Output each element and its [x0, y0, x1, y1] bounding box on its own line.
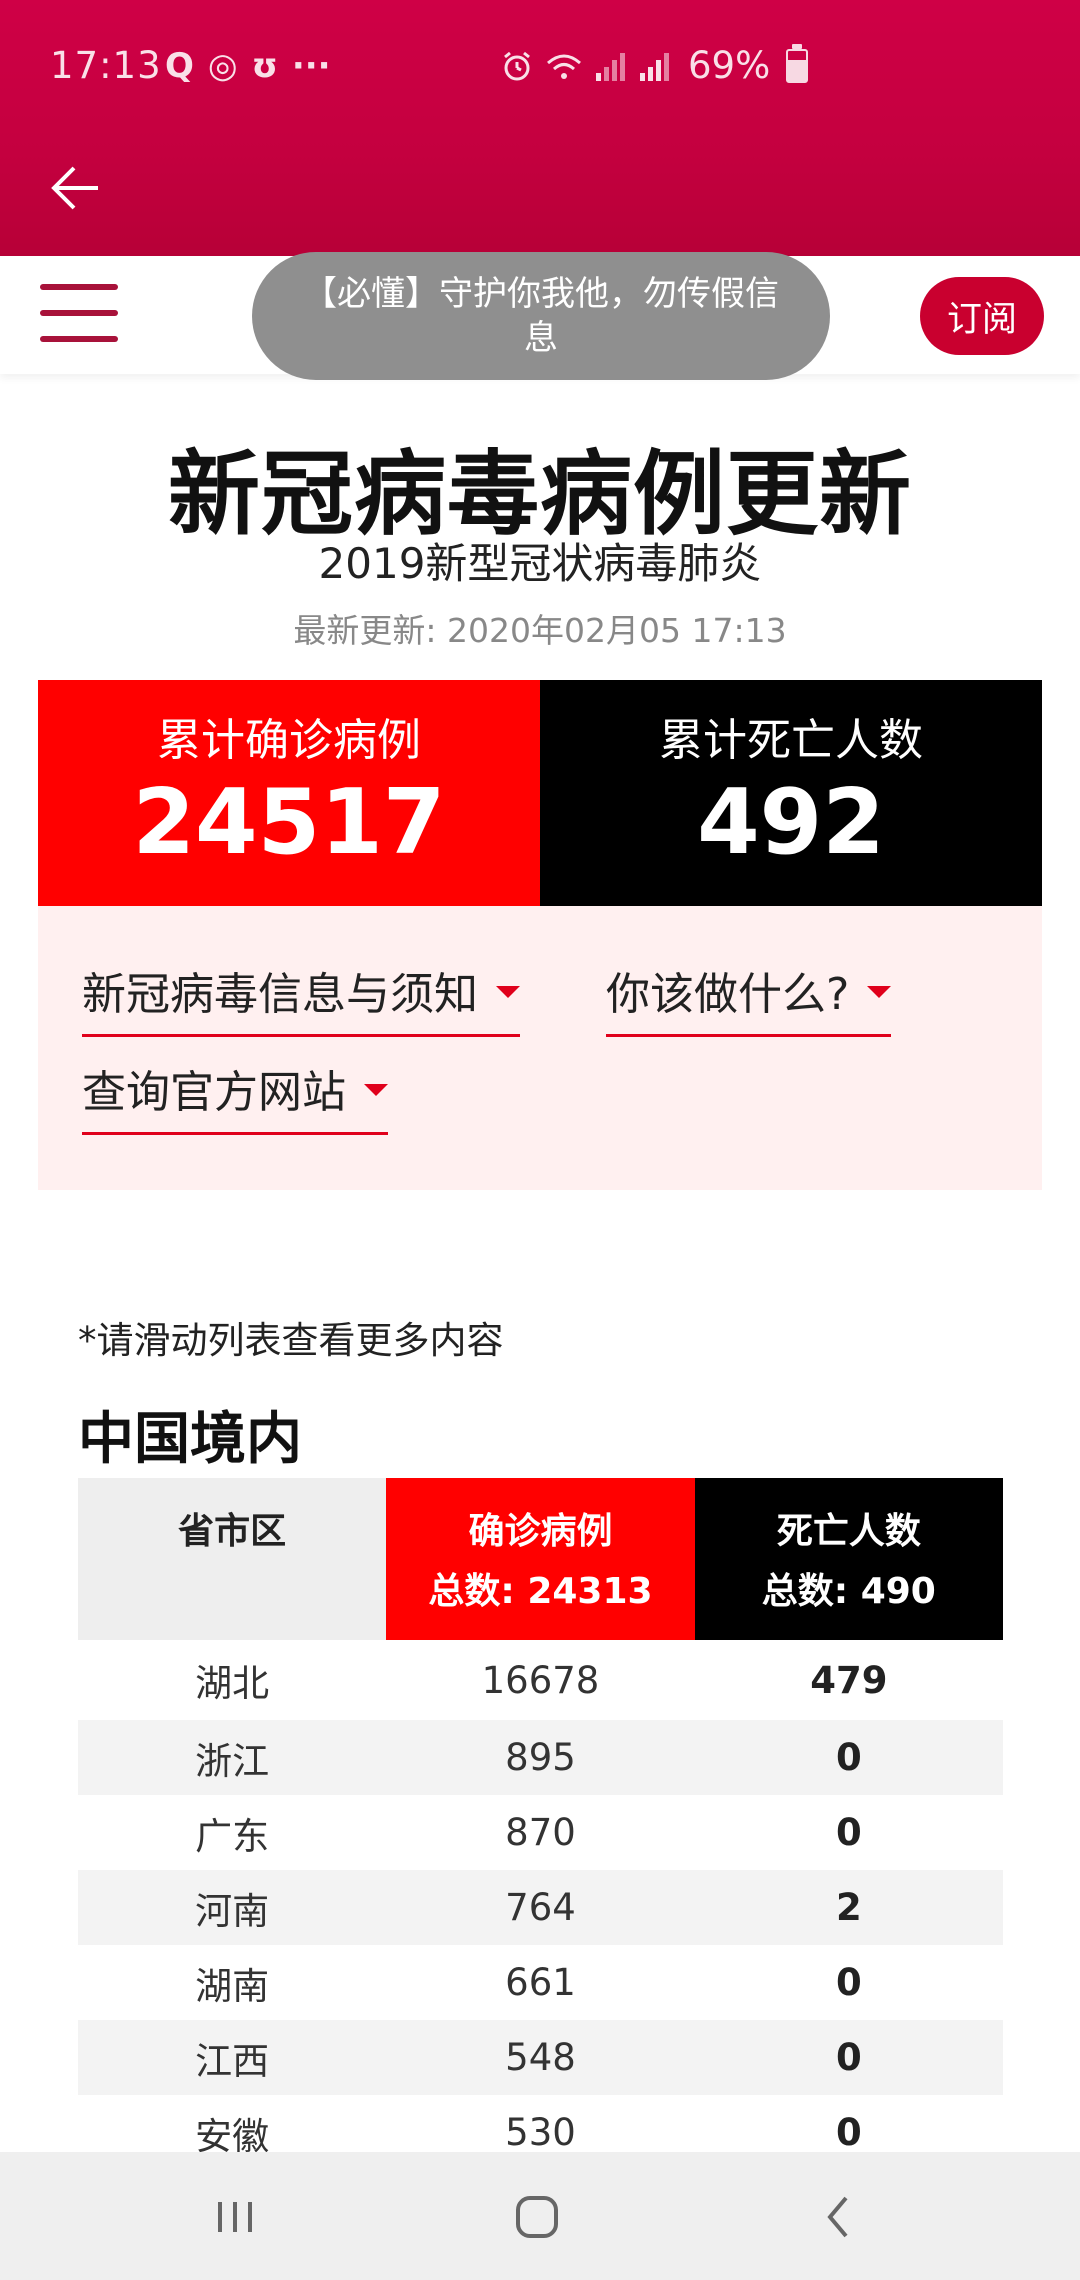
app-screen: 17:13 Q ◎ ʊ ··· 69% 【必懂】守护你我他，勿传假信息 订阅 新…	[0, 0, 1080, 2280]
deaths-total-label: 累计死亡人数	[659, 715, 923, 766]
confirmed-total-value: 24517	[132, 770, 446, 875]
menu-icon[interactable]	[40, 284, 118, 344]
wifi-icon	[547, 54, 581, 79]
region-cell: 河南	[195, 1889, 270, 1933]
deaths-cell: 0	[835, 1961, 862, 2004]
confirmed-total-box: 累计确诊病例 24517	[38, 680, 540, 906]
column-header-deaths: 死亡人数 总数: 490	[694, 1478, 1003, 1640]
table-row: 广东 870 0	[78, 1795, 1003, 1870]
deaths-total-value: 492	[697, 770, 885, 875]
column-header-region: 省市区	[78, 1478, 387, 1640]
column-total: 总数: 24313	[428, 1571, 653, 1612]
confirmed-cell: 530	[505, 2111, 576, 2154]
deaths-cell: 0	[835, 2036, 862, 2079]
info-dropdown-virus-info[interactable]: 新冠病毒信息与须知	[82, 958, 520, 1037]
status-indicators: 69%	[500, 44, 809, 88]
column-title: 确诊病例	[468, 1511, 613, 1552]
dropdown-label: 你该做什么?	[606, 969, 850, 1020]
battery-icon	[786, 44, 809, 83]
status-time: 17:13	[50, 44, 162, 87]
app-header: 17:13 Q ◎ ʊ ··· 69%	[0, 0, 1080, 256]
confirmed-cell: 895	[505, 1736, 576, 1779]
table-row: 浙江 895 0	[78, 1720, 1003, 1795]
back-icon[interactable]	[804, 2182, 874, 2252]
confirmed-cell: 870	[505, 1811, 576, 1854]
info-dropdown-official-sites[interactable]: 查询官方网站	[82, 1056, 388, 1135]
system-nav-bar	[0, 2152, 1080, 2280]
subscribe-button[interactable]: 订阅	[920, 277, 1044, 355]
deaths-cell: 479	[810, 1658, 888, 1702]
column-total: 总数: 490	[761, 1571, 936, 1612]
confirmed-cell: 16678	[481, 1658, 600, 1702]
column-header-confirmed: 确诊病例 总数: 24313	[386, 1478, 695, 1640]
region-cell: 江西	[195, 2039, 270, 2083]
dropdown-label: 新冠病毒信息与须知	[82, 969, 478, 1020]
back-arrow-icon[interactable]	[48, 160, 104, 216]
instagram-icon: ◎	[207, 46, 238, 86]
confirmed-cell: 764	[505, 1886, 576, 1929]
section-title-china: 中国境内	[78, 1407, 302, 1472]
caret-down-icon	[867, 986, 892, 998]
table-header: 省市区 确诊病例 总数: 24313 死亡人数 总数: 490	[78, 1478, 1003, 1640]
info-dropdown-what-to-do[interactable]: 你该做什么?	[606, 958, 892, 1037]
caret-down-icon	[364, 1084, 388, 1096]
region-cell: 湖北	[195, 1662, 270, 1705]
app-icon: ʊ	[251, 46, 278, 86]
dropdown-label: 查询官方网站	[82, 1067, 346, 1118]
confirmed-cell: 661	[505, 1961, 576, 2004]
home-icon[interactable]	[502, 2182, 572, 2252]
region-cell: 广东	[195, 1814, 270, 1858]
column-title: 死亡人数	[776, 1511, 921, 1552]
deaths-cell: 0	[835, 1811, 862, 1854]
recent-apps-icon[interactable]	[200, 2182, 270, 2252]
totals-summary: 累计确诊病例 24517 累计死亡人数 492	[38, 680, 1042, 906]
scroll-hint: *请滑动列表查看更多内容	[78, 1319, 504, 1362]
more-notifications-icon: ···	[291, 46, 331, 86]
deaths-total-box: 累计死亡人数 492	[540, 680, 1042, 906]
status-app-icons: Q ◎ ʊ ···	[165, 44, 331, 88]
signal-icon	[640, 53, 669, 81]
page-subtitle: 2019新型冠状病毒肺炎	[318, 539, 762, 588]
table-row: 江西 548 0	[78, 2020, 1003, 2095]
column-title: 省市区	[178, 1511, 287, 1552]
china-cases-table[interactable]: 省市区 确诊病例 总数: 24313 死亡人数 总数: 490 湖北 16678…	[78, 1478, 1003, 2170]
info-links-panel: 新冠病毒信息与须知 你该做什么? 查询官方网站	[38, 906, 1042, 1190]
alarm-icon	[504, 51, 530, 81]
table-row: 湖南 661 0	[78, 1945, 1003, 2020]
region-cell: 湖南	[195, 1964, 270, 2008]
signal-icon	[596, 53, 625, 81]
deaths-cell: 0	[835, 2111, 862, 2154]
deaths-cell: 2	[835, 1886, 862, 1929]
qq-browser-icon: Q	[165, 46, 194, 86]
region-cell: 浙江	[195, 1739, 270, 1783]
last-updated: 最新更新: 2020年02月05 17:13	[293, 611, 787, 650]
confirmed-total-label: 累计确诊病例	[157, 715, 421, 766]
table-row: 湖北 16678 479	[78, 1640, 1003, 1720]
caret-down-icon	[496, 986, 520, 998]
table-row: 河南 764 2	[78, 1870, 1003, 1945]
battery-percent: 69%	[688, 44, 771, 87]
deaths-cell: 0	[835, 1736, 862, 1779]
toast-message: 【必懂】守护你我他，勿传假信息	[252, 252, 830, 380]
confirmed-cell: 548	[505, 2036, 576, 2079]
